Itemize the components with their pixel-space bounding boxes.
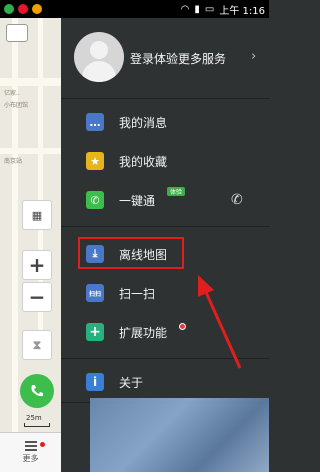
divider <box>61 358 269 359</box>
layers-icon: ▦ <box>31 208 43 222</box>
menu-item-about[interactable]: i 关于 <box>61 365 269 399</box>
menu-item-extensions[interactable]: + 扩展功能 <box>61 315 269 349</box>
weibo-icon <box>18 4 28 14</box>
annotation-highlight-box <box>78 237 184 269</box>
signal-icon: ▮ <box>194 3 200 15</box>
divider <box>61 226 269 227</box>
zoom-out-button[interactable]: − <box>22 282 52 312</box>
alarm-icon <box>32 4 42 14</box>
phone-ring-icon: ✆ <box>231 192 243 208</box>
call-button[interactable] <box>20 374 54 408</box>
clock: 上午 1:16 <box>219 5 265 17</box>
blurred-region <box>90 398 269 472</box>
trial-badge: 体验 <box>167 187 186 196</box>
zoom-in-icon: + <box>28 253 46 277</box>
info-icon: i <box>86 373 104 391</box>
zoom-out-icon: − <box>28 285 46 309</box>
map-label: 南京站 <box>4 158 23 165</box>
more-label: 更多 <box>22 454 39 463</box>
menu-item-label: 扩展功能 <box>119 325 168 340</box>
chevron-right-icon: › <box>251 49 257 64</box>
notification-dot <box>40 442 45 447</box>
menu-item-label: 一键通 <box>119 193 156 208</box>
divider <box>61 98 269 99</box>
status-bar: ◠ ▮ ▭ 上午 1:16 <box>0 0 269 18</box>
back-icon[interactable] <box>6 24 28 42</box>
layers-button[interactable]: ▦ <box>22 200 52 230</box>
scan-icon: 扫扫 <box>86 284 104 302</box>
star-icon: ★ <box>86 152 104 170</box>
scale-label: 25m <box>26 414 42 422</box>
more-button[interactable]: 更多 <box>0 432 61 472</box>
map-label: 亿家.. <box>4 90 20 97</box>
message-icon: … <box>86 113 104 131</box>
phone-icon: ✆ <box>86 191 104 209</box>
menu-item-one-touch[interactable]: ✆ 一键通 体验 ✆ <box>61 183 269 217</box>
new-feature-dot <box>179 323 186 330</box>
menu-item-label: 我的消息 <box>119 115 168 130</box>
compass-icon: ⧗ <box>32 337 42 352</box>
map-label: 小布团馆 <box>4 102 29 109</box>
menu-item-favorites[interactable]: ★ 我的收藏 <box>61 144 269 178</box>
avatar[interactable] <box>74 32 124 82</box>
map-view[interactable]: 亿家.. 小布团馆 南京站 ▦ + − ⧗ 25m 更多 <box>0 18 61 472</box>
zoom-in-button[interactable]: + <box>22 250 52 280</box>
phone-icon <box>31 385 43 397</box>
scale-bar <box>24 423 50 427</box>
login-row[interactable]: 登录体验更多服务 › <box>61 18 269 98</box>
menu-item-label: 关于 <box>119 375 144 390</box>
menu-item-label: 我的收藏 <box>119 154 168 169</box>
compass-button[interactable]: ⧗ <box>22 330 52 360</box>
menu-item-label: 扫一扫 <box>119 286 156 301</box>
menu-item-scan[interactable]: 扫扫 扫一扫 <box>61 276 269 310</box>
menu-item-messages[interactable]: … 我的消息 <box>61 105 269 139</box>
menu-icon <box>24 441 37 451</box>
login-prompt: 登录体验更多服务 <box>130 52 227 66</box>
wifi-icon: ◠ <box>180 3 190 15</box>
wechat-icon <box>4 4 14 14</box>
battery-icon: ▭ <box>204 3 215 15</box>
plus-icon: + <box>86 323 104 341</box>
